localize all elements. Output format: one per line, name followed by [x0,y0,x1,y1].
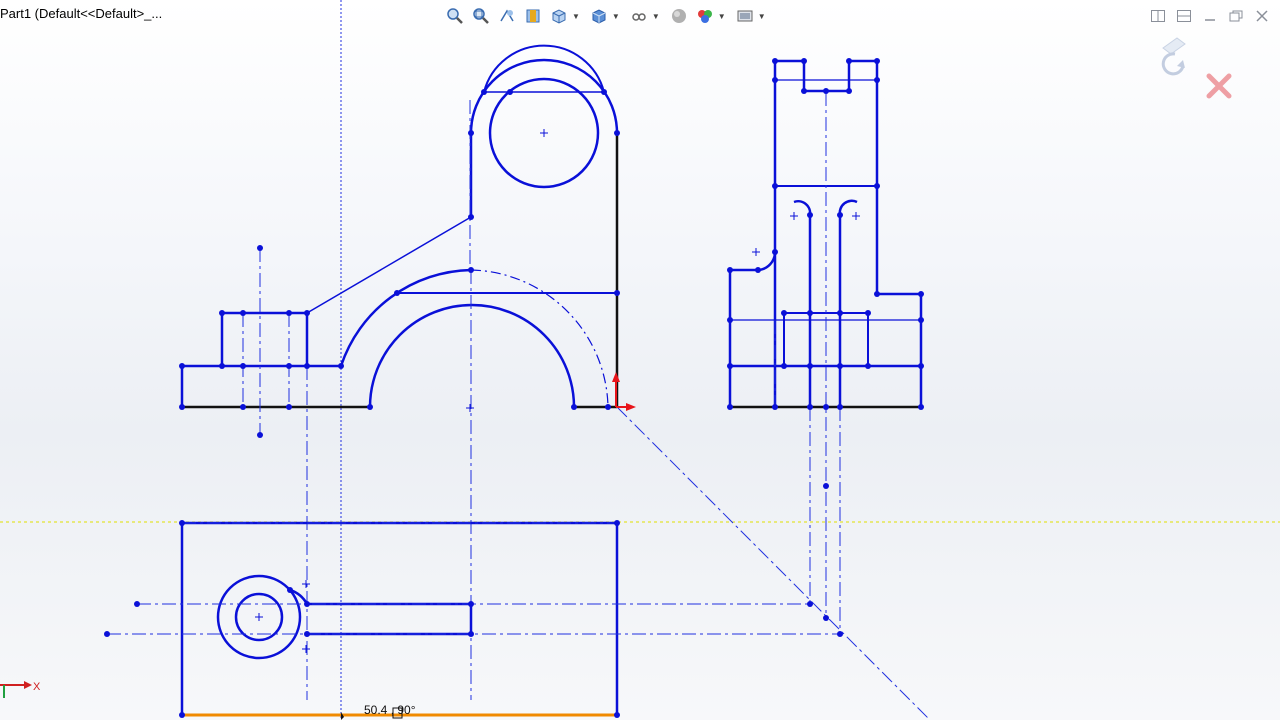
sketch-points [104,58,924,718]
sketch-canvas[interactable] [0,0,1280,720]
x-axis-label: X [33,681,41,693]
dimension-readout: 50.4 , 90° [364,703,416,717]
reference-triad: X [0,681,41,698]
sketch-origin-icon [612,372,636,411]
top-view [180,521,619,715]
front-view [180,44,619,408]
front-centerlines [242,100,931,720]
x-axis-arrowhead-icon [24,681,32,689]
center-marks [255,129,860,653]
